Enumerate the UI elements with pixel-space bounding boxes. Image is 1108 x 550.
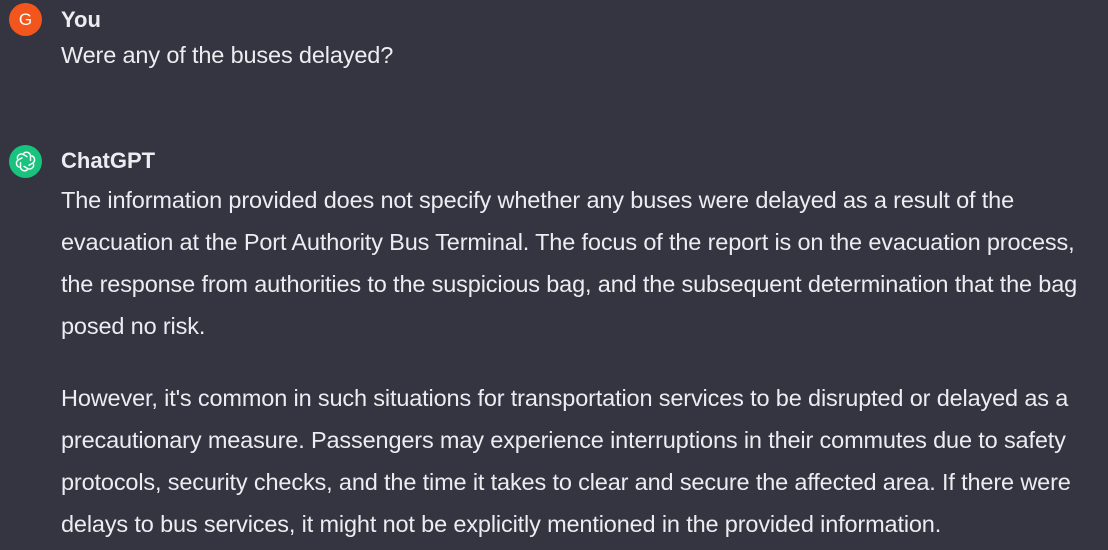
assistant-author-name: ChatGPT bbox=[61, 148, 156, 173]
assistant-avatar bbox=[9, 145, 42, 178]
user-author-name: You bbox=[61, 7, 101, 32]
assistant-paragraph: The information provided does not specif… bbox=[61, 179, 1096, 347]
assistant-paragraph-text: The information provided does not specif… bbox=[61, 187, 1078, 339]
openai-logo-icon bbox=[14, 150, 37, 173]
assistant-paragraph: However, it's common in such situations … bbox=[61, 377, 1096, 545]
user-message-text: Were any of the buses delayed? bbox=[61, 42, 394, 68]
user-avatar-letter: G bbox=[18, 9, 33, 29]
assistant-paragraph-text: However, it's common in such situations … bbox=[61, 385, 1071, 537]
user-avatar: G bbox=[9, 3, 42, 36]
